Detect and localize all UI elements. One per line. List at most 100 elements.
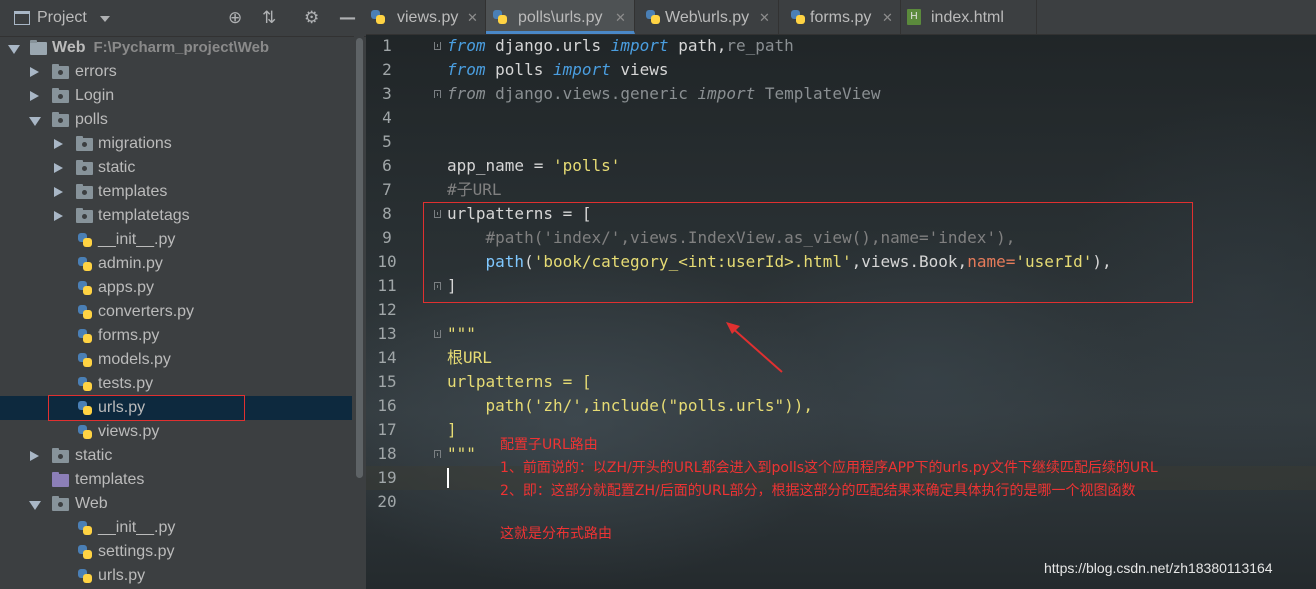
tree-node-static[interactable]: static: [0, 444, 352, 468]
tree-node-label: static: [98, 159, 136, 176]
close-icon[interactable]: ✕: [882, 0, 893, 36]
package-folder-icon: [52, 64, 69, 79]
unused-import: re_path: [726, 36, 794, 55]
tree-node-label: admin.py: [98, 255, 163, 272]
project-title[interactable]: Project: [37, 9, 87, 27]
project-tool-window: Project ⊕ ⇅ ⚙ — Web F:\Pycharm_project\We…: [0, 0, 366, 589]
code-line-17: ]: [447, 420, 457, 439]
expand-arrow-icon[interactable]: [30, 451, 39, 461]
gear-icon[interactable]: ⚙: [304, 9, 319, 27]
tab-polls-urls-py[interactable]: polls\urls.py ✕: [486, 0, 635, 34]
tree-node-label: Web: [52, 39, 86, 56]
tree-node-label: static: [75, 447, 113, 464]
close-icon[interactable]: ✕: [759, 0, 770, 36]
expand-arrow-icon[interactable]: [54, 163, 63, 173]
tree-node-polls-static[interactable]: static: [0, 156, 352, 180]
code-line-3: from django.views.generic import Templat…: [447, 82, 880, 106]
expand-arrow-icon[interactable]: [29, 117, 41, 126]
code-token: path,: [668, 36, 727, 55]
tree-node-label: apps.py: [98, 279, 155, 296]
python-file-icon: [77, 544, 93, 560]
tab-web-urls-py[interactable]: Web\urls.py ✕: [635, 0, 779, 34]
tree-node-web-root[interactable]: Web F:\Pycharm_project\Web: [0, 36, 352, 60]
line-number: 9: [382, 228, 392, 247]
tree-node-label: templates: [98, 183, 168, 200]
annotation-selected-file-box: [48, 395, 245, 421]
tree-node-web-init[interactable]: __init__.py: [0, 516, 352, 540]
collapse-icon[interactable]: ⇅: [262, 9, 276, 27]
tree-node-forms[interactable]: forms.py: [0, 324, 352, 348]
expand-arrow-icon[interactable]: [54, 139, 63, 149]
tree-node-web-package[interactable]: Web: [0, 492, 352, 516]
tree-node-polls-init[interactable]: __init__.py: [0, 228, 352, 252]
expand-arrow-icon[interactable]: [30, 91, 39, 101]
close-icon[interactable]: ✕: [467, 0, 478, 36]
tree-node-label: Login: [75, 87, 115, 104]
code-line-13: """: [447, 324, 476, 343]
tree-node-converters[interactable]: converters.py: [0, 300, 352, 324]
fold-marker-icon[interactable]: [434, 450, 441, 458]
expand-arrow-icon[interactable]: [54, 211, 63, 221]
expand-arrow-icon[interactable]: [8, 45, 20, 54]
tree-node-apps[interactable]: apps.py: [0, 276, 352, 300]
locate-icon[interactable]: ⊕: [228, 9, 242, 27]
expand-arrow-icon[interactable]: [29, 501, 41, 510]
keyword: from: [447, 36, 486, 55]
tree-node-web-urls[interactable]: urls.py: [0, 564, 352, 588]
code-line-14: 根URL: [447, 348, 492, 367]
tree-node-settings[interactable]: settings.py: [0, 540, 352, 564]
tree-node-models[interactable]: models.py: [0, 348, 352, 372]
tree-node-label: settings.py: [98, 543, 175, 560]
tree-node-label: polls: [75, 111, 108, 128]
line-number: 3: [382, 84, 392, 103]
keyword: from: [447, 60, 486, 79]
python-file-icon: [77, 376, 93, 392]
line-number: 2: [382, 60, 392, 79]
annotation-highlight-box: [423, 202, 1193, 303]
tree-node-label: converters.py: [98, 303, 195, 320]
project-path: F:\Pycharm_project\Web: [93, 39, 270, 56]
tree-node-polls-templates[interactable]: templates: [0, 180, 352, 204]
line-number: 17: [377, 420, 397, 439]
tree-node-migrations[interactable]: migrations: [0, 132, 352, 156]
tab-label: polls\urls.py: [518, 9, 603, 26]
line-number: 7: [382, 180, 392, 199]
line-number: 10: [377, 252, 397, 271]
fold-marker-icon[interactable]: [434, 42, 441, 50]
annotation-summary: 这就是分布式路由: [500, 526, 612, 542]
text-caret: [447, 468, 449, 488]
line-number: 4: [382, 108, 392, 127]
python-file-icon: [77, 232, 93, 248]
tree-node-templates[interactable]: templates: [0, 468, 352, 492]
tree-node-errors[interactable]: errors: [0, 60, 352, 84]
tree-node-views[interactable]: views.py: [0, 420, 352, 444]
tree-node-polls[interactable]: polls: [0, 108, 352, 132]
project-header: Project ⊕ ⇅ ⚙ —: [0, 0, 366, 37]
project-window-icon: [14, 11, 30, 25]
tree-node-templatetags[interactable]: templatetags: [0, 204, 352, 228]
expand-arrow-icon[interactable]: [54, 187, 63, 197]
tree-node-tests[interactable]: tests.py: [0, 372, 352, 396]
tab-forms-py[interactable]: forms.py ✕: [779, 0, 901, 34]
fold-marker-icon[interactable]: [434, 330, 441, 338]
project-scrollbar-thumb[interactable]: [356, 38, 363, 478]
keyword: import: [552, 60, 611, 79]
fold-marker-icon[interactable]: [434, 90, 441, 98]
tree-node-label: models.py: [98, 351, 171, 368]
minimize-icon[interactable]: —: [339, 9, 356, 27]
tree-node-login[interactable]: Login: [0, 84, 352, 108]
tree-node-admin[interactable]: admin.py: [0, 252, 352, 276]
chevron-down-icon[interactable]: [100, 16, 110, 22]
tab-views-py[interactable]: views.py ✕: [366, 0, 486, 34]
close-icon[interactable]: ✕: [615, 0, 626, 36]
code-token: TemplateView: [755, 84, 881, 103]
string-literal: 'polls': [552, 156, 621, 175]
tab-index-html[interactable]: H index.html: [901, 0, 1037, 34]
line-number: 5: [382, 132, 392, 151]
annotation-title: 配置子URL路由: [500, 437, 598, 453]
code-line-18: """: [447, 444, 476, 463]
keyword: import: [697, 84, 756, 103]
expand-arrow-icon[interactable]: [30, 67, 39, 77]
code-token: django.views.generic: [485, 84, 698, 103]
tree-node-label: urls.py: [98, 567, 146, 584]
